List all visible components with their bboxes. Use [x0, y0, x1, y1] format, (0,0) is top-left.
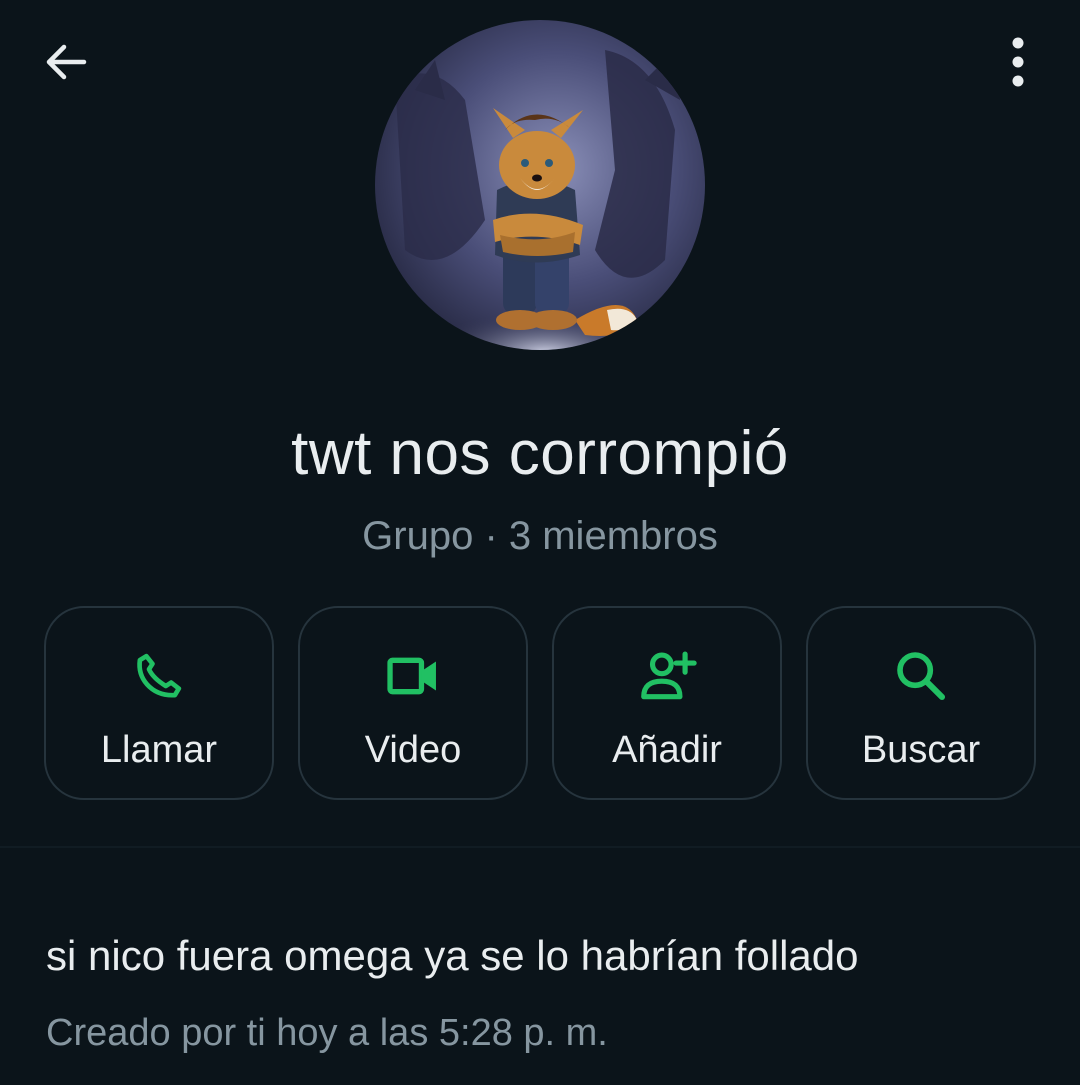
group-avatar[interactable] [375, 20, 705, 350]
group-name[interactable]: twt nos corrompió [0, 416, 1080, 492]
video-call-button-label: Video [364, 729, 462, 771]
search-button-label: Buscar [861, 729, 981, 771]
group-description[interactable]: si nico fuera omega ya se lo habrían fol… [46, 930, 859, 982]
search-button[interactable]: Buscar [806, 606, 1036, 800]
add-person-icon [635, 644, 699, 708]
add-member-button-label: Añadir [612, 729, 722, 771]
group-member-count: Grupo · 3 miembros [362, 514, 718, 558]
arrow-left-icon [42, 38, 90, 91]
more-vertical-icon [1010, 37, 1026, 92]
action-buttons-row: Llamar Video Añadir Buscar [44, 606, 1036, 800]
section-divider [0, 846, 1080, 848]
group-created-info: Creado por ti hoy a las 5:28 p. m. [46, 1012, 608, 1054]
call-button[interactable]: Llamar [44, 606, 274, 800]
video-call-button[interactable]: Video [298, 606, 528, 800]
call-button-label: Llamar [100, 729, 218, 771]
more-options-button[interactable] [992, 36, 1044, 92]
group-avatar-image [375, 20, 705, 350]
search-icon [889, 644, 953, 708]
back-button[interactable] [36, 36, 96, 92]
video-camera-icon [381, 644, 445, 708]
phone-icon [127, 644, 191, 708]
add-member-button[interactable]: Añadir [552, 606, 782, 800]
